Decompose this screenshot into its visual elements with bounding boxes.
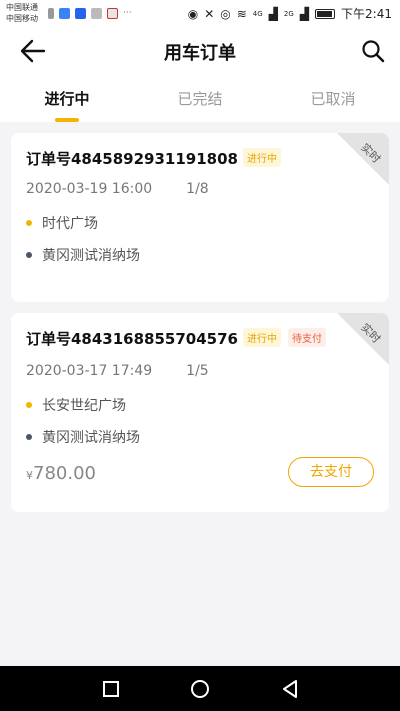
status-badge: 进行中: [243, 148, 281, 167]
notification-icons: ···: [48, 8, 132, 19]
signal-1-icon: ▟: [268, 6, 278, 21]
end-location: 黄冈测试消纳场: [26, 245, 140, 265]
search-icon: [362, 40, 385, 63]
carrier-2: 中国移动: [6, 14, 38, 23]
app-icon: [75, 8, 86, 19]
eye-icon: ◎: [220, 6, 231, 21]
unpaid-badge: 待支付: [288, 328, 326, 347]
start-location: 长安世纪广场: [26, 395, 126, 415]
start-dot-icon: [26, 220, 32, 226]
clock: 下午2:41: [341, 7, 392, 21]
carrier-info: 中国联通 中国移动: [6, 2, 38, 24]
order-datetime: 2020-03-17 17:49: [26, 363, 153, 379]
status-badge: 进行中: [243, 328, 281, 347]
end-location-label: 黄冈测试消纳场: [42, 430, 140, 446]
tab-completed[interactable]: 已完结: [133, 88, 267, 109]
order-datetime: 2020-03-19 16:00: [26, 181, 153, 197]
order-number: 订单号4843168855704576: [26, 330, 238, 348]
tab-cancelled[interactable]: 已取消: [266, 88, 400, 109]
end-dot-icon: [26, 434, 32, 440]
network-2-label: 2G: [283, 9, 294, 18]
mute-icon: ✕: [204, 6, 215, 21]
wifi-icon: ≋: [236, 6, 247, 21]
page-title: 用车订单: [164, 43, 236, 64]
end-location-label: 黄冈测试消纳场: [42, 248, 140, 264]
battery-icon: [315, 8, 336, 19]
end-location: 黄冈测试消纳场: [26, 427, 140, 447]
app-header: 用车订单: [0, 28, 400, 74]
order-tabs: 进行中 已完结 已取消: [0, 74, 400, 122]
system-back-icon[interactable]: [280, 679, 300, 699]
usb-icon: [48, 8, 54, 19]
price-amount: 780.00: [33, 463, 96, 484]
recent-apps-icon[interactable]: [103, 681, 119, 697]
pay-button[interactable]: 去支付: [288, 457, 374, 487]
start-location-label: 时代广场: [42, 216, 98, 232]
status-bar: 中国联通 中国移动 ··· ◉ ✕ ◎ ≋ 4G ▟ 2G ▟ 下午2:41: [0, 0, 400, 28]
shield-icon: [59, 8, 70, 19]
start-location: 时代广场: [26, 213, 98, 233]
photo-icon: [91, 8, 102, 19]
currency-symbol: ¥: [26, 469, 33, 482]
realtime-corner-badge: 实时: [337, 133, 389, 185]
order-count: 1/8: [186, 181, 209, 197]
network-1-label: 4G: [252, 9, 263, 18]
app2-icon: [107, 8, 118, 19]
system-navigation-bar: [0, 666, 400, 711]
status-icons: ◉ ✕ ◎ ≋ 4G ▟ 2G ▟ 下午2:41: [188, 5, 392, 22]
start-location-label: 长安世纪广场: [42, 398, 126, 414]
end-dot-icon: [26, 252, 32, 258]
home-icon[interactable]: [191, 680, 209, 698]
realtime-corner-badge: 实时: [337, 313, 389, 365]
signal-2-icon: ▟: [299, 6, 310, 21]
order-card[interactable]: 实时 订单号4845892931191808 进行中 2020-03-19 16…: [11, 133, 389, 302]
order-meta: 2020-03-17 17:49 1/5: [26, 363, 209, 379]
tab-in-progress[interactable]: 进行中: [0, 88, 134, 109]
order-price: ¥780.00: [26, 463, 96, 484]
order-number: 订单号4845892931191808: [26, 150, 238, 168]
carrier-1: 中国联通: [6, 3, 38, 12]
active-tab-indicator: [55, 118, 79, 122]
location-icon: ◉: [187, 6, 199, 21]
order-card[interactable]: 实时 订单号4843168855704576 进行中 待支付 2020-03-1…: [11, 313, 389, 512]
more-icon: ···: [123, 8, 132, 18]
search-button[interactable]: [360, 38, 386, 64]
start-dot-icon: [26, 402, 32, 408]
order-count: 1/5: [186, 363, 209, 379]
order-meta: 2020-03-19 16:00 1/8: [26, 181, 209, 197]
